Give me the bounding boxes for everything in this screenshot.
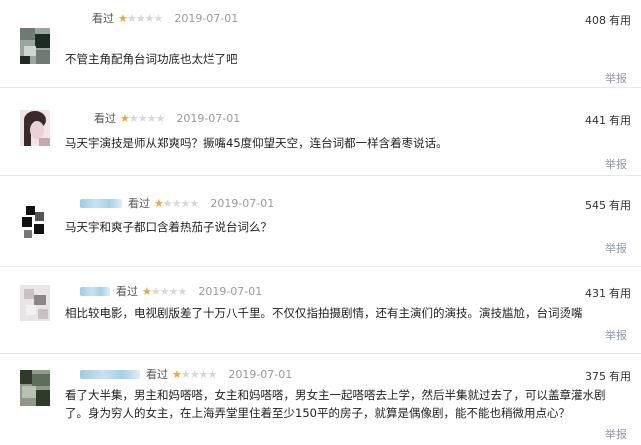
useful-count: 441 xyxy=(585,114,606,127)
avatar-image xyxy=(20,28,50,64)
review-content: 相比较电影，电视剧版差了十万八千里。不仅仅指拍摄剧情，还有主演们的演技。演技尴尬… xyxy=(65,306,583,320)
useful-label: 有用 xyxy=(609,14,631,27)
useful-vote[interactable]: 431 有用 xyxy=(585,285,631,301)
report-link[interactable]: 举报 xyxy=(605,70,627,86)
star-empty-icon: ★★★★ xyxy=(162,196,199,210)
avatar[interactable] xyxy=(20,110,50,146)
review-date: 2019-07-01 xyxy=(198,284,263,298)
avatar-image xyxy=(20,370,50,406)
review-date: 2019-07-01 xyxy=(210,196,275,210)
avatar-image xyxy=(20,285,50,321)
useful-count: 431 xyxy=(585,287,606,300)
useful-count: 408 xyxy=(585,14,606,27)
review-content: 看了大半集，男主和妈嗒嗒，女主和妈嗒嗒，男女主一起嗒嗒去上学，然后半集就过去了，… xyxy=(65,388,606,420)
star-filled-icon: ★ xyxy=(172,367,182,381)
username-blurred[interactable] xyxy=(80,198,122,208)
avatar[interactable] xyxy=(20,204,50,240)
useful-count: 545 xyxy=(585,199,606,212)
useful-label: 有用 xyxy=(609,199,631,212)
star-empty-icon: ★★★★ xyxy=(126,11,163,25)
review-date: 2019-07-01 xyxy=(176,111,241,125)
useful-label: 有用 xyxy=(609,370,631,383)
rating-stars: ★ ★★★★ xyxy=(154,196,199,210)
star-empty-icon: ★★★★ xyxy=(150,284,187,298)
report-link[interactable]: 举报 xyxy=(605,426,627,442)
star-filled-icon: ★ xyxy=(118,11,128,25)
watched-tag: 看过 xyxy=(92,12,114,25)
review-content: 不管主角配角台词功底也太烂了吧 xyxy=(65,52,238,66)
report-link[interactable]: 举报 xyxy=(605,156,627,172)
star-empty-icon: ★★★★ xyxy=(128,111,165,125)
rating-stars: ★ ★★★★ xyxy=(120,111,165,125)
useful-vote[interactable]: 408 有用 xyxy=(585,12,631,28)
review-date: 2019-07-01 xyxy=(174,11,239,25)
star-filled-icon: ★ xyxy=(142,284,152,298)
useful-label: 有用 xyxy=(609,287,631,300)
useful-vote[interactable]: 375 有用 xyxy=(585,368,631,384)
review-content: 马天宇演技是师从郑爽吗？撅嘴45度仰望天空，连台词都一样含着枣说话。 xyxy=(65,136,448,150)
review-content: 马天宇和爽子都口含着热茄子说台词么？ xyxy=(65,220,272,234)
avatar-image xyxy=(20,204,50,240)
watched-tag: 看过 xyxy=(116,285,138,298)
avatar[interactable] xyxy=(20,28,50,64)
star-filled-icon: ★ xyxy=(154,196,164,210)
useful-label: 有用 xyxy=(609,114,631,127)
star-empty-icon: ★★★★ xyxy=(180,367,217,381)
username-blurred[interactable] xyxy=(80,369,140,379)
rating-stars: ★ ★★★★ xyxy=(142,284,187,298)
report-link[interactable]: 举报 xyxy=(605,240,627,256)
avatar[interactable] xyxy=(20,285,50,321)
avatar[interactable] xyxy=(20,370,50,406)
star-filled-icon: ★ xyxy=(120,111,130,125)
watched-tag: 看过 xyxy=(128,197,150,210)
review-item: 看过 ★ ★★★★ 2019-07-01 408 有用 不管主角配角台词功底也太烂… xyxy=(0,0,641,88)
rating-stars: ★ ★★★★ xyxy=(118,11,163,25)
review-item: 看过 ★ ★★★★ 2019-07-01 431 有用 相比较电影，电视剧版差了十… xyxy=(0,267,641,354)
rating-stars: ★ ★★★★ xyxy=(172,367,217,381)
useful-count: 375 xyxy=(585,370,606,383)
useful-vote[interactable]: 545 有用 xyxy=(585,197,631,213)
review-item: 看过 ★ ★★★★ 2019-07-01 375 有用 看了大半集，男主和妈嗒嗒，… xyxy=(0,354,641,445)
username-blurred[interactable] xyxy=(80,286,110,296)
review-item: 看过 ★ ★★★★ 2019-07-01 441 有用 马天宇演技是师从郑爽吗？撅… xyxy=(0,88,641,176)
watched-tag: 看过 xyxy=(94,112,116,125)
report-link[interactable]: 举报 xyxy=(605,327,627,343)
review-date: 2019-07-01 xyxy=(228,367,293,381)
useful-vote[interactable]: 441 有用 xyxy=(585,112,631,128)
avatar-image xyxy=(20,110,50,146)
watched-tag: 看过 xyxy=(146,368,168,381)
review-item: 看过 ★ ★★★★ 2019-07-01 545 有用 马天宇和爽子都口含着热茄子… xyxy=(0,176,641,267)
